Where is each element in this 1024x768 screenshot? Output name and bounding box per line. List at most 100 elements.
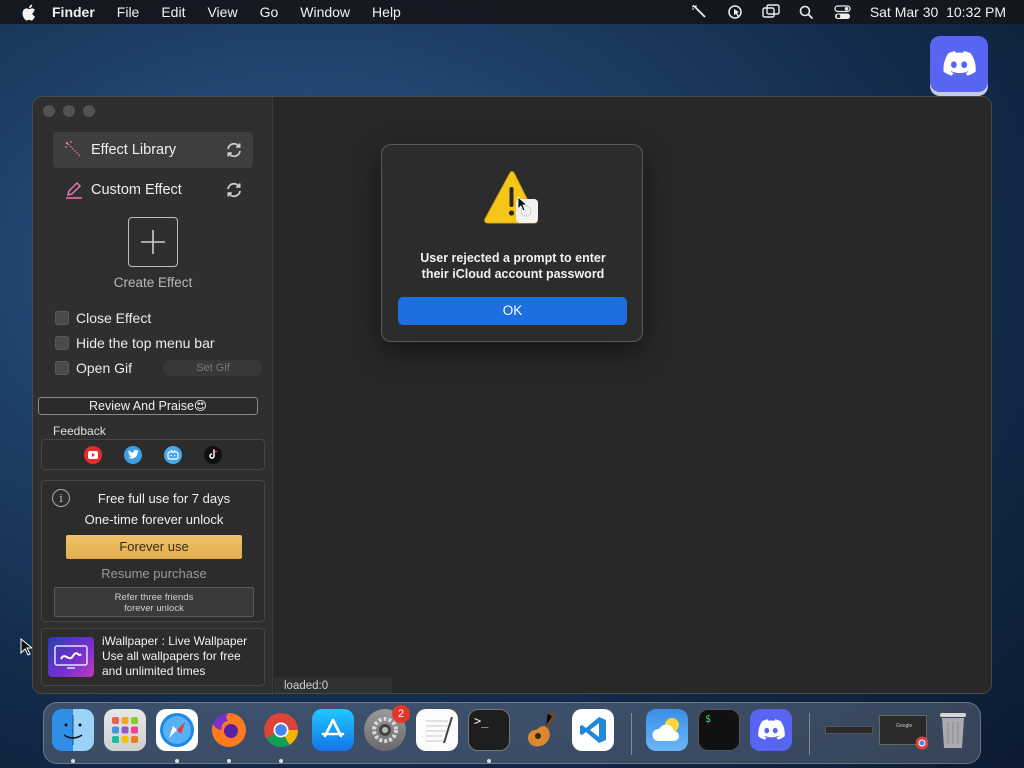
warning-icon	[484, 171, 538, 224]
hide-menu-bar-label: Hide the top menu bar	[76, 335, 215, 351]
effect-library-label: Effect Library	[91, 142, 177, 158]
menu-window[interactable]: Window	[300, 4, 350, 20]
promo-line-2: and unlimited times	[102, 664, 206, 678]
trial-info-text: Free full use for 7 days	[97, 491, 231, 506]
dock-separator	[631, 713, 632, 755]
bilibili-icon[interactable]	[164, 445, 182, 464]
feedback-links	[41, 439, 265, 470]
hide-menu-bar-checkbox[interactable]	[55, 336, 69, 350]
feedback-label: Feedback	[53, 424, 106, 438]
twitter-icon[interactable]	[124, 445, 142, 464]
alert-message-line-2: their iCloud account password	[421, 267, 605, 281]
refresh-icon[interactable]	[225, 141, 243, 159]
ok-button[interactable]: OK	[398, 297, 627, 325]
refer-line-2: forever unlock	[124, 603, 184, 614]
menu-edit[interactable]: Edit	[161, 4, 185, 20]
screen-mirroring-icon[interactable]	[762, 3, 780, 21]
magic-wand-icon[interactable]	[690, 3, 708, 21]
sparkle-wand-icon	[63, 140, 85, 160]
sidebar-item-custom-effect[interactable]: Custom Effect	[53, 172, 253, 208]
dock-firefox-icon[interactable]	[208, 709, 250, 751]
create-effect-button[interactable]	[128, 217, 178, 267]
dock-console-icon[interactable]: $	[698, 709, 740, 751]
review-and-praise-button[interactable]: Review And Praise😍	[38, 397, 258, 415]
promo-line-1: Use all wallpapers for free	[102, 649, 241, 663]
set-gif-button[interactable]: Set Gif	[163, 360, 263, 376]
window-controls	[43, 105, 95, 117]
plus-icon	[141, 230, 165, 254]
dock-safari-icon[interactable]	[156, 709, 198, 751]
sidebar: Effect Library Custom Effect Create Effe…	[33, 97, 273, 693]
promo-title: iWallpaper : Live Wallpaper	[102, 634, 248, 648]
dock-garageband-icon[interactable]	[520, 709, 562, 751]
chrome-badge-icon	[915, 736, 928, 750]
pencil-icon	[63, 180, 85, 200]
dock-running-indicator	[227, 759, 231, 763]
refresh-icon[interactable]	[225, 181, 243, 199]
dock-trash-icon[interactable]	[932, 709, 974, 751]
tiktok-icon[interactable]	[204, 445, 222, 464]
dock-vscode-icon[interactable]	[572, 709, 614, 751]
open-gif-label: Open Gif	[76, 360, 133, 376]
close-window-button[interactable]	[43, 105, 55, 117]
menu-go[interactable]: Go	[260, 4, 279, 20]
minimized-thumbnail-label: Google	[896, 723, 913, 729]
hide-menu-bar-option[interactable]: Hide the top menu bar	[55, 334, 215, 352]
refer-line-1: Refer three friends	[114, 592, 194, 603]
promo-text: iWallpaper : Live Wallpaper Use all wall…	[102, 634, 264, 679]
dock-weather-icon[interactable]	[646, 709, 688, 751]
menu-help[interactable]: Help	[372, 4, 401, 20]
menu-finder[interactable]: Finder	[52, 4, 95, 20]
alert-message-line-1: User rejected a prompt to enter	[420, 251, 606, 265]
dock-separator	[809, 713, 810, 755]
minimized-window-thumbnail	[825, 726, 873, 734]
dock-minimized-window-2[interactable]: Google	[878, 709, 928, 751]
dock-app-store-icon[interactable]	[312, 709, 354, 751]
dock-running-indicator	[71, 759, 75, 763]
forever-use-button[interactable]: Forever use	[66, 535, 242, 559]
alert-dialog: User rejected a prompt to enter their iC…	[381, 144, 643, 342]
dock: 2 >_ $ Google	[43, 702, 981, 764]
resume-purchase-link[interactable]: Resume purchase	[42, 566, 266, 581]
trial-panel: i Free full use for 7 days One-time fore…	[41, 480, 265, 622]
close-effect-checkbox[interactable]	[55, 311, 69, 325]
iwallpaper-icon	[48, 637, 94, 677]
dock-textedit-icon[interactable]	[416, 709, 458, 751]
desktop-discord-icon[interactable]	[930, 36, 988, 92]
dock-running-indicator	[175, 759, 179, 763]
unlock-info-text: One-time forever unlock	[84, 512, 224, 527]
menu-clock[interactable]: Sat Mar 30 10:32 PM	[870, 4, 1006, 20]
dock-minimized-window-1[interactable]	[824, 709, 874, 751]
terminal-prompt-text: >_	[474, 714, 489, 728]
youtube-icon[interactable]	[84, 445, 102, 464]
open-gif-option[interactable]: Open Gif	[55, 359, 132, 377]
search-icon[interactable]	[798, 3, 816, 21]
minimize-window-button[interactable]	[63, 105, 75, 117]
control-center-icon[interactable]	[834, 3, 852, 21]
create-effect-label: Create Effect	[113, 275, 193, 290]
close-effect-option[interactable]: Close Effect	[55, 309, 151, 327]
open-gif-checkbox[interactable]	[55, 361, 69, 375]
dock-launchpad-icon[interactable]	[104, 709, 146, 751]
dock-chrome-icon[interactable]	[260, 709, 302, 751]
dock-running-indicator	[487, 759, 491, 763]
dock-discord-icon[interactable]	[750, 709, 792, 751]
mouse-cursor-icon	[20, 638, 32, 656]
refer-friends-button[interactable]: Refer three friends forever unlock	[54, 587, 254, 617]
menu-bar: Finder File Edit View Go Window Help Sat…	[0, 0, 1024, 24]
sidebar-item-effect-library[interactable]: Effect Library	[53, 132, 253, 168]
minimized-chrome-thumbnail: Google	[879, 715, 928, 750]
zoom-window-button[interactable]	[83, 105, 95, 117]
apple-menu-icon[interactable]	[18, 4, 38, 20]
dock-terminal-icon[interactable]: >_	[468, 709, 510, 751]
menu-file[interactable]: File	[117, 4, 140, 20]
alert-message: User rejected a prompt to enter their iC…	[392, 250, 634, 282]
console-text: $	[705, 714, 712, 725]
custom-effect-label: Custom Effect	[91, 182, 182, 198]
loaded-status: loaded:0	[274, 677, 392, 693]
iwallpaper-promo[interactable]: iWallpaper : Live Wallpaper Use all wall…	[41, 628, 265, 686]
dock-finder-icon[interactable]	[52, 709, 94, 751]
cursor-pointer-icon[interactable]	[726, 3, 744, 21]
menu-view[interactable]: View	[207, 4, 237, 20]
close-effect-label: Close Effect	[76, 310, 152, 326]
